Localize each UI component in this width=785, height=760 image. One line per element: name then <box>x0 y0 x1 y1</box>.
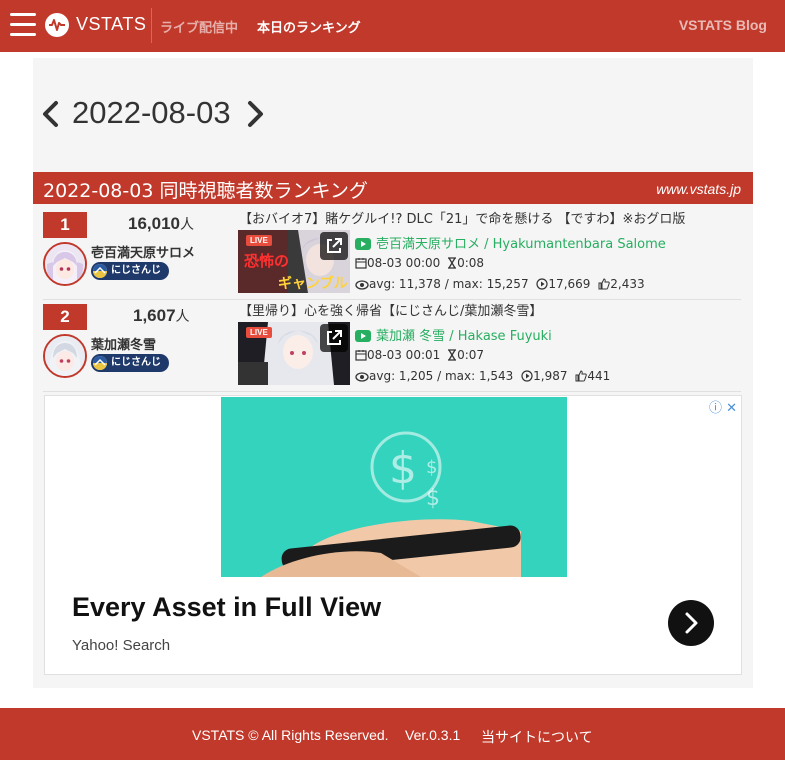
play-icon <box>536 277 549 291</box>
nijisanji-logo-icon <box>93 264 107 278</box>
footer-copyright: VSTATS © All Rights Reserved. <box>192 727 389 743</box>
hourglass-icon <box>447 348 457 362</box>
ranking-row: 2 1,607人 葉加瀬冬雪 にじさんじ 【里帰り】心を強く帰省【にじさんじ/葉… <box>43 300 741 392</box>
stream-thumbnail[interactable]: LIVE <box>238 322 350 385</box>
hourglass-icon <box>447 256 457 270</box>
channel-link[interactable]: 壱百満天原サロメ / Hyakumantenbara Salome <box>355 233 666 254</box>
external-link-icon[interactable] <box>320 324 348 352</box>
arrow-right-icon[interactable] <box>668 600 714 646</box>
agency-badge[interactable]: にじさんじ <box>91 262 169 280</box>
duration: 0:07 <box>457 348 485 362</box>
nijisanji-logo-icon <box>93 356 107 370</box>
avg-max-viewers: avg: 1,205 / max: 1,543 <box>369 369 514 383</box>
brand-link[interactable]: VSTATS <box>76 14 146 35</box>
footer-version: Ver.0.3.1 <box>405 727 461 743</box>
viewer-count-unit: 人 <box>175 308 190 324</box>
external-link-icon[interactable] <box>320 232 348 260</box>
stream-time-meta: 08-03 00:00 0:08 <box>355 256 484 270</box>
stream-thumbnail[interactable]: 恐怖の ギャンブル LIVE <box>238 230 350 293</box>
viewer-count-unit: 人 <box>180 216 194 232</box>
channel-name: 葉加瀬 冬雪 / Hakase Fuyuki <box>376 329 552 344</box>
eye-icon <box>355 369 369 383</box>
top-navbar: VSTATS ライブ配信中 本日のランキング VSTATS Blog <box>0 0 785 52</box>
eye-icon <box>355 277 369 291</box>
footer-about-link[interactable]: 当サイトについて <box>481 727 593 747</box>
stream-title[interactable]: 【おバイオ7】賭ケグルイ!? DLC「21」で命を懸ける 【ですわ】※おグロ版 <box>239 208 739 227</box>
viewer-count-number: 16,010 <box>128 214 180 233</box>
viewer-count: 16,010人 <box>128 214 194 234</box>
chevron-left-icon[interactable] <box>40 100 60 128</box>
rank-badge: 1 <box>43 212 87 238</box>
avatar[interactable] <box>43 334 87 378</box>
agency-label: にじさんじ <box>111 357 161 368</box>
vtuber-name[interactable]: 葉加瀬冬雪 <box>91 334 156 353</box>
viewer-count-number: 1,607 <box>133 306 176 325</box>
nav-blog-link[interactable]: VSTATS Blog <box>679 17 767 33</box>
vstats-logo-icon[interactable] <box>45 13 69 37</box>
ad-close-icon[interactable]: ⓘ ✕ <box>709 397 737 416</box>
channel-name: 壱百満天原サロメ / Hyakumantenbara Salome <box>376 237 666 252</box>
youtube-icon <box>355 238 371 254</box>
svg-text:$: $ <box>426 457 437 478</box>
vtuber-name[interactable]: 壱百満天原サロメ <box>91 242 195 261</box>
live-tag: LIVE <box>246 235 272 246</box>
duration: 0:08 <box>457 256 485 270</box>
calendar-icon <box>355 256 367 270</box>
avg-max-viewers: avg: 11,378 / max: 15,257 <box>369 277 529 291</box>
ranking-section-title: 2022-08-03 同時視聴者数ランキング <box>43 180 368 202</box>
site-url: www.vstats.jp <box>656 181 741 197</box>
avatar[interactable] <box>43 242 87 286</box>
menu-icon[interactable] <box>10 13 36 37</box>
agency-label: にじさんじ <box>111 265 161 276</box>
stream-title[interactable]: 【里帰り】心を強く帰省【にじさんじ/葉加瀬冬雪】 <box>239 300 739 319</box>
like-count: 441 <box>587 369 611 383</box>
like-count: 2,433 <box>610 277 645 291</box>
svg-text:恐怖の: 恐怖の <box>244 252 289 270</box>
rank-badge: 2 <box>43 304 87 330</box>
play-count: 17,669 <box>548 277 591 291</box>
stream-stats-meta: avg: 1,205 / max: 1,543 1,987 441 <box>355 369 610 383</box>
play-count: 1,987 <box>533 369 568 383</box>
viewer-count: 1,607人 <box>133 306 190 326</box>
footer: VSTATS © All Rights Reserved. Ver.0.3.1 … <box>0 708 785 760</box>
ad-source: Yahoo! Search <box>72 637 171 654</box>
stream-time-meta: 08-03 00:01 0:07 <box>355 348 484 362</box>
youtube-icon <box>355 330 371 346</box>
svg-text:$: $ <box>426 486 440 511</box>
nav-divider <box>151 8 152 43</box>
thumbs-up-icon <box>575 369 588 383</box>
start-time: 08-03 00:01 <box>367 348 441 362</box>
chevron-right-icon[interactable] <box>246 100 266 128</box>
ranking-section-header: 2022-08-03 同時視聴者数ランキング www.vstats.jp <box>33 172 753 204</box>
svg-text:$: $ <box>389 443 417 494</box>
stream-stats-meta: avg: 11,378 / max: 15,257 17,669 2,433 <box>355 277 645 291</box>
thumbs-up-icon <box>598 277 610 291</box>
play-icon <box>521 369 533 383</box>
ad-headline[interactable]: Every Asset in Full View <box>72 592 381 623</box>
live-tag: LIVE <box>246 327 272 338</box>
ranking-row: 1 16,010人 壱百満天原サロメ にじさんじ 【おバイオ7】賭ケグルイ!? … <box>43 208 741 300</box>
calendar-icon <box>355 348 367 362</box>
agency-badge[interactable]: にじさんじ <box>91 354 169 372</box>
channel-link[interactable]: 葉加瀬 冬雪 / Hakase Fuyuki <box>355 325 552 346</box>
ad-image[interactable]: $ $ $ <box>221 397 567 577</box>
nav-today-ranking-link[interactable]: 本日のランキング <box>257 17 361 36</box>
start-time: 08-03 00:00 <box>367 256 441 270</box>
nav-live-link[interactable]: ライブ配信中 <box>160 17 238 36</box>
svg-text:ギャンブル: ギャンブル <box>278 275 348 292</box>
current-date: 2022-08-03 <box>72 95 231 130</box>
ad-banner[interactable]: $ $ $ ⓘ ✕ Every Asset in Full View Yahoo… <box>44 395 742 675</box>
